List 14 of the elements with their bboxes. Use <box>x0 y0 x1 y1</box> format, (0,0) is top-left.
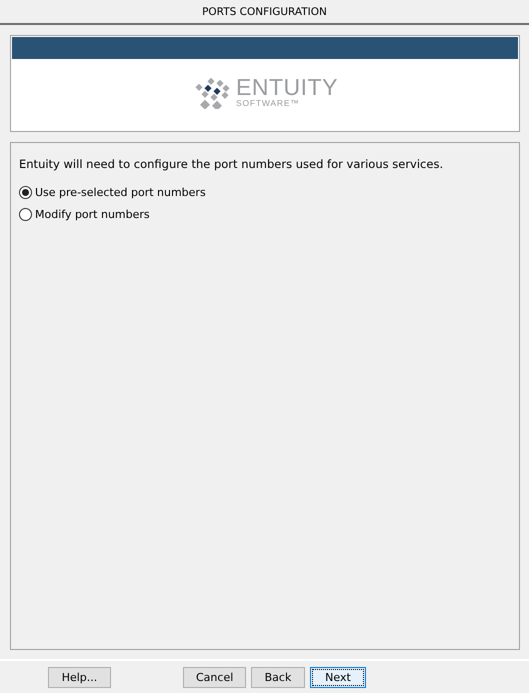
logo-wordmark: ENTUITY <box>236 76 338 98</box>
radio-option[interactable]: Use pre-selected port numbers <box>19 181 511 203</box>
radio-button[interactable] <box>19 186 32 198</box>
radio-label: Use pre-selected port numbers <box>35 186 206 198</box>
logo-tagline: SOFTWARE™ <box>236 98 301 108</box>
help-button[interactable]: Help... <box>48 667 111 688</box>
dialog-button[interactable]: Back <box>251 667 305 688</box>
window-title: PORTS CONFIGURATION <box>202 6 327 18</box>
radio-button[interactable] <box>19 208 32 220</box>
dialog-button[interactable]: Next <box>310 667 366 688</box>
dialog-button[interactable]: Cancel <box>183 667 246 688</box>
intro-text: Entuity will need to configure the port numbers used for various services. <box>19 157 444 171</box>
radio-option[interactable]: Modify port numbers <box>19 203 511 225</box>
radio-label: Modify port numbers <box>35 208 150 220</box>
